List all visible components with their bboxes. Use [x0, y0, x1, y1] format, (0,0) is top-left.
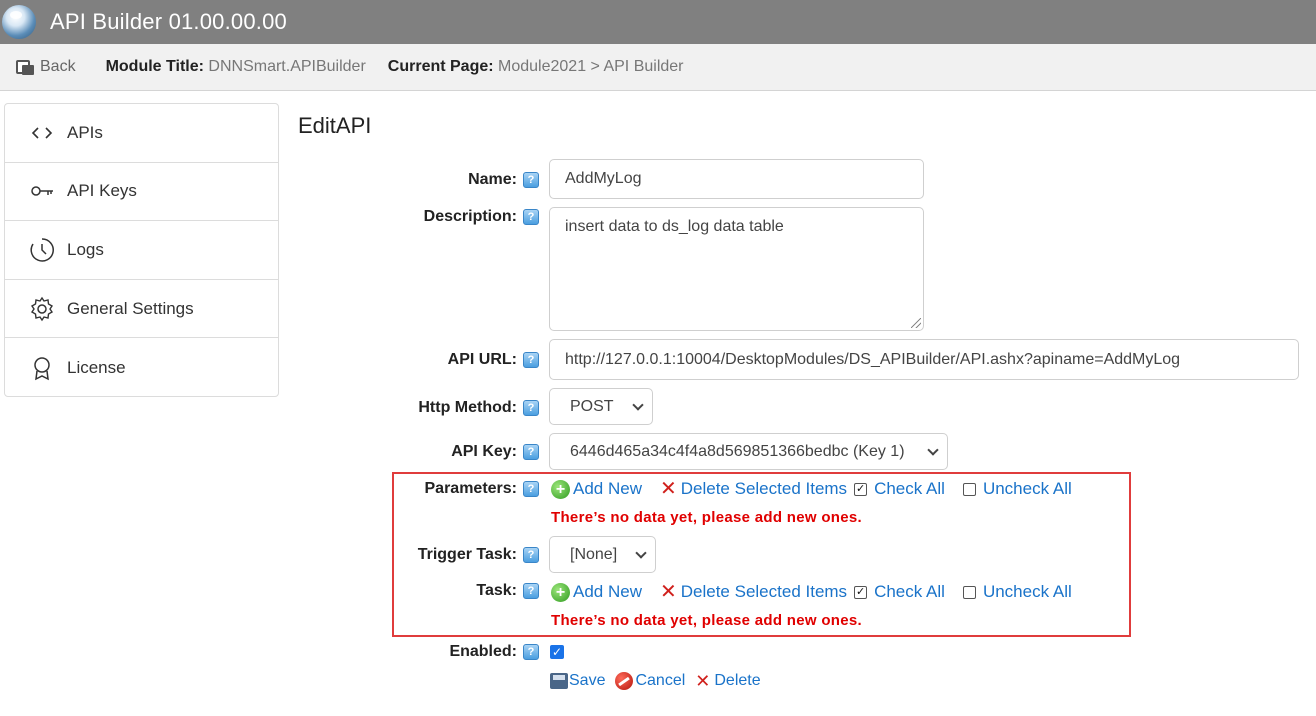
parameters-add-new-link[interactable]: Add New — [573, 479, 642, 499]
parameters-label: Parameters: — [424, 480, 518, 497]
task-label: Task: — [476, 582, 517, 599]
sidebar-item-logs[interactable]: Logs — [5, 221, 278, 280]
http-method-select[interactable]: POST — [549, 388, 653, 425]
back-button[interactable]: Back — [16, 58, 76, 76]
trigger-task-label: Trigger Task: — [417, 546, 517, 563]
task-delete-selected-link[interactable]: Delete Selected Items — [681, 582, 847, 602]
sidebar-item-label: API Keys — [67, 181, 137, 201]
module-title: Module Title: DNNSmart.APIBuilder — [105, 58, 366, 75]
parameters-actions: + Add New ✕ Delete Selected Items ✓ Chec… — [551, 479, 1072, 499]
delete-x-icon: ✕ — [695, 671, 711, 691]
parameters-uncheck-all-link[interactable]: Uncheck All — [983, 479, 1072, 499]
module-header-bar: Back Module Title: DNNSmart.APIBuilder C… — [0, 44, 1316, 91]
sidebar-item-api-keys[interactable]: API Keys — [5, 163, 278, 222]
enabled-checkbox[interactable]: ✓ — [550, 645, 564, 659]
name-input[interactable]: AddMyLog — [549, 159, 924, 199]
api-url-help-icon[interactable]: ? — [523, 352, 539, 368]
form-buttons: Save Cancel ✕ Delete — [550, 672, 761, 690]
task-check-all-link[interactable]: Check All — [874, 582, 945, 602]
delete-x-icon: ✕ — [659, 478, 677, 500]
sidebar-item-label: License — [67, 357, 126, 377]
award-icon — [29, 355, 55, 381]
parameters-check-all-link[interactable]: Check All — [874, 479, 945, 499]
api-key-help-icon[interactable]: ? — [523, 444, 539, 460]
sidebar-item-label: General Settings — [67, 298, 194, 318]
task-help-icon[interactable]: ? — [523, 583, 539, 599]
uncheck-all-checkbox-icon — [962, 585, 976, 599]
delete-x-icon: ✕ — [659, 581, 677, 603]
add-icon: + — [551, 582, 570, 602]
description-textarea[interactable]: insert data to ds_log data table — [549, 207, 924, 331]
chevron-down-icon — [635, 546, 647, 559]
app-title: API Builder 01.00.00.00 — [50, 9, 287, 34]
sidebar: APIs API Keys Logs General Settings Lice… — [4, 103, 279, 397]
sidebar-item-apis[interactable]: APIs — [5, 104, 278, 163]
chevron-down-icon — [927, 443, 939, 456]
task-uncheck-all-link[interactable]: Uncheck All — [983, 582, 1072, 602]
page-title: EditAPI — [298, 113, 372, 138]
chevron-down-icon — [632, 398, 644, 411]
description-label: Description: — [423, 208, 517, 225]
api-url-label: API URL: — [447, 351, 517, 368]
http-method-label: Http Method: — [418, 399, 517, 416]
parameters-empty-message: There’s no data yet, please add new ones… — [551, 509, 863, 526]
gear-icon — [29, 296, 55, 322]
add-icon: + — [551, 479, 570, 499]
api-key-label: API Key: — [451, 443, 517, 460]
api-url-input[interactable]: http://127.0.0.1:10004/DesktopModules/DS… — [549, 339, 1299, 380]
back-icon — [16, 58, 36, 76]
sidebar-item-label: Logs — [67, 239, 104, 259]
check-all-checkbox-icon: ✓ — [854, 482, 868, 496]
sidebar-item-general-settings[interactable]: General Settings — [5, 280, 278, 339]
description-help-icon[interactable]: ? — [523, 209, 539, 225]
name-label: Name: — [468, 171, 517, 188]
trigger-task-select[interactable]: [None] — [549, 536, 656, 573]
clock-icon — [29, 237, 55, 263]
delete-button[interactable]: Delete — [714, 672, 760, 690]
key-icon — [29, 178, 55, 204]
enabled-label: Enabled: — [449, 643, 517, 660]
sidebar-item-license[interactable]: License — [5, 338, 278, 397]
cancel-icon — [615, 672, 634, 690]
uncheck-all-checkbox-icon — [962, 482, 976, 496]
current-page: Current Page: Module2021 > API Builder — [387, 58, 684, 75]
task-add-new-link[interactable]: Add New — [573, 582, 642, 602]
save-icon — [550, 673, 568, 689]
code-icon — [29, 120, 55, 146]
name-help-icon[interactable]: ? — [523, 172, 539, 188]
check-all-checkbox-icon: ✓ — [854, 585, 868, 599]
save-button[interactable]: Save — [569, 672, 605, 690]
cancel-button[interactable]: Cancel — [635, 672, 685, 690]
app-titlebar: API Builder 01.00.00.00 — [0, 0, 1316, 44]
task-empty-message: There’s no data yet, please add new ones… — [551, 612, 863, 629]
parameters-delete-selected-link[interactable]: Delete Selected Items — [681, 479, 847, 499]
enabled-help-icon[interactable]: ? — [523, 644, 539, 660]
parameters-help-icon[interactable]: ? — [523, 481, 539, 497]
trigger-task-help-icon[interactable]: ? — [523, 547, 539, 563]
back-label: Back — [40, 58, 76, 75]
api-key-select[interactable]: 6446d465a34c4f4a8d569851366bedbc (Key 1) — [549, 433, 948, 470]
resize-grip-icon[interactable] — [911, 318, 921, 328]
sidebar-item-label: APIs — [67, 122, 103, 142]
app-logo-icon — [2, 5, 36, 39]
task-actions: + Add New ✕ Delete Selected Items ✓ Chec… — [551, 582, 1072, 602]
http-method-help-icon[interactable]: ? — [523, 400, 539, 416]
